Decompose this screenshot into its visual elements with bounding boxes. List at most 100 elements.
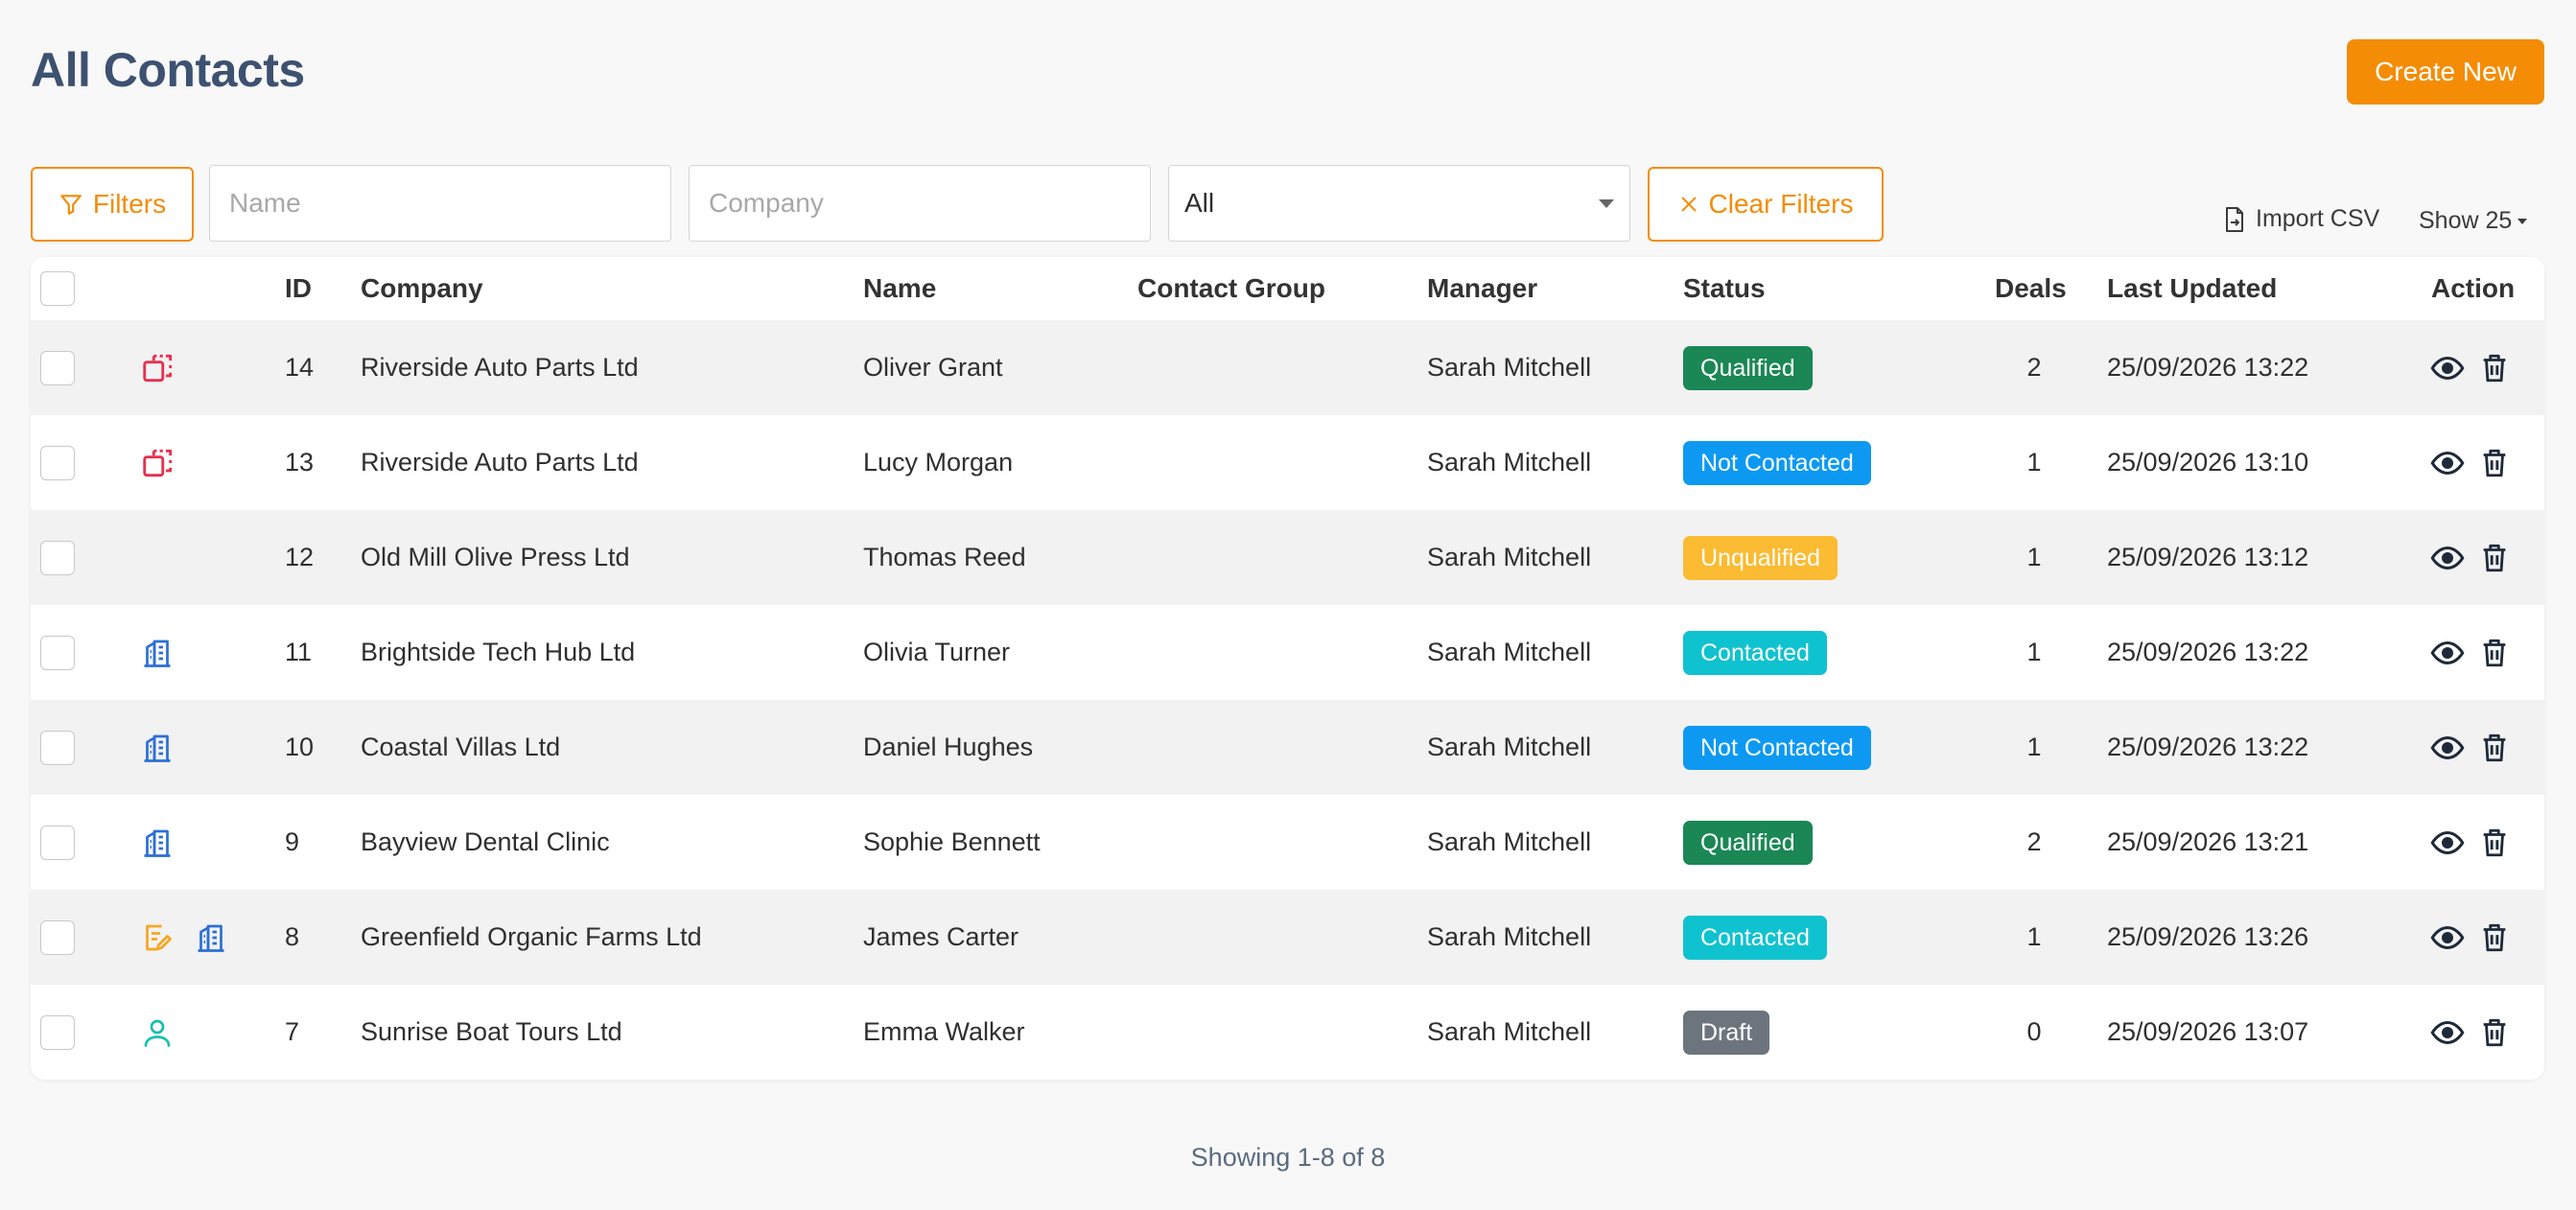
cell-name: James Carter bbox=[863, 922, 1019, 951]
column-header-manager[interactable]: Manager bbox=[1427, 257, 1537, 320]
status-badge: Unqualified bbox=[1683, 535, 1838, 580]
create-new-button[interactable]: Create New bbox=[2347, 39, 2544, 105]
cell-id: 14 bbox=[285, 353, 315, 382]
column-header-last-updated[interactable]: Last Updated bbox=[2107, 257, 2277, 320]
cell-deals: 0 bbox=[2026, 1017, 2042, 1046]
row-checkbox[interactable] bbox=[40, 919, 75, 955]
row-checkbox[interactable] bbox=[40, 1014, 75, 1050]
row-checkbox[interactable] bbox=[40, 540, 75, 575]
row-type-icons bbox=[140, 985, 175, 1080]
cell-manager: Sarah Mitchell bbox=[1427, 638, 1592, 666]
cell-name: Emma Walker bbox=[863, 1017, 1025, 1046]
table-row[interactable]: 9 Bayview Dental Clinic Sophie Bennett Sara… bbox=[31, 795, 2544, 890]
filter-icon bbox=[59, 192, 83, 217]
column-header-id[interactable]: ID bbox=[285, 257, 312, 320]
table-row[interactable]: 8 Greenfield Organic Farms Ltd James Carte… bbox=[31, 890, 2544, 985]
cell-last-updated: 25/09/2026 13:22 bbox=[2107, 638, 2309, 666]
cell-last-updated: 25/09/2026 13:07 bbox=[2107, 1017, 2309, 1046]
table-row[interactable]: 11 Brightside Tech Hub Ltd Olivia Turner Sa… bbox=[31, 605, 2544, 700]
filters-button[interactable]: Filters bbox=[31, 167, 194, 242]
cell-name: Olivia Turner bbox=[863, 638, 1011, 666]
table-row[interactable]: 10 Coastal Villas Ltd Daniel Hughes Sarah M… bbox=[31, 700, 2544, 795]
close-icon bbox=[1678, 194, 1699, 215]
row-checkbox[interactable] bbox=[40, 635, 75, 670]
table-body: 14 Riverside Auto Parts Ltd Oliver Grant Sa… bbox=[31, 320, 2544, 1080]
table-row[interactable]: 13 Riverside Auto Parts Ltd Lucy Morgan Sar… bbox=[31, 415, 2544, 510]
column-header-status[interactable]: Status bbox=[1683, 257, 1766, 320]
cell-company: Brightside Tech Hub Ltd bbox=[361, 638, 636, 666]
view-eye-icon[interactable] bbox=[2430, 1015, 2465, 1050]
status-badge: Draft bbox=[1683, 1010, 1770, 1055]
file-import-icon bbox=[2223, 206, 2246, 233]
view-eye-icon[interactable] bbox=[2430, 446, 2465, 480]
view-eye-icon[interactable] bbox=[2430, 636, 2465, 670]
delete-trash-icon[interactable] bbox=[2478, 541, 2511, 575]
cell-manager: Sarah Mitchell bbox=[1427, 733, 1592, 761]
column-header-contact-group[interactable]: Contact Group bbox=[1137, 257, 1325, 320]
row-type-icons bbox=[140, 415, 176, 510]
table-row[interactable]: 7 Sunrise Boat Tours Ltd Emma Walker Sarah … bbox=[31, 985, 2544, 1080]
select-all-checkbox[interactable] bbox=[40, 271, 75, 306]
cell-deals: 1 bbox=[2026, 922, 2042, 951]
cell-deals: 2 bbox=[2026, 827, 2042, 856]
status-badge: Not Contacted bbox=[1683, 440, 1871, 485]
clear-filters-button[interactable]: Clear Filters bbox=[1648, 167, 1884, 242]
row-checkbox[interactable] bbox=[40, 445, 75, 480]
cell-id: 10 bbox=[285, 733, 315, 761]
view-eye-icon[interactable] bbox=[2430, 826, 2465, 860]
page-size-label: Show 25 bbox=[2419, 207, 2513, 234]
table-row[interactable]: 14 Riverside Auto Parts Ltd Oliver Grant Sa… bbox=[31, 320, 2544, 415]
cell-company: Sunrise Boat Tours Ltd bbox=[361, 1017, 622, 1046]
contacts-table: ID Company Name Contact Group Manager St… bbox=[31, 257, 2544, 1080]
import-csv-button[interactable]: Import CSV bbox=[2223, 205, 2379, 233]
delete-trash-icon[interactable] bbox=[2478, 351, 2511, 385]
table-row[interactable]: 12 Old Mill Olive Press Ltd Thomas Reed Sar… bbox=[31, 510, 2544, 605]
view-eye-icon[interactable] bbox=[2430, 351, 2465, 385]
view-eye-icon[interactable] bbox=[2430, 920, 2465, 955]
cell-deals: 1 bbox=[2026, 543, 2042, 571]
cell-manager: Sarah Mitchell bbox=[1427, 922, 1592, 951]
company-filter-input[interactable] bbox=[689, 165, 1151, 242]
filters-label: Filters bbox=[92, 189, 167, 219]
view-eye-icon[interactable] bbox=[2430, 731, 2465, 765]
table-header: ID Company Name Contact Group Manager St… bbox=[31, 257, 2544, 320]
status-badge: Qualified bbox=[1683, 820, 1813, 865]
status-badge: Qualified bbox=[1683, 345, 1813, 390]
page-size-select[interactable]: Show 25 bbox=[2419, 207, 2528, 235]
row-type-icons bbox=[140, 700, 175, 795]
cell-name: Daniel Hughes bbox=[863, 733, 1034, 761]
cell-id: 8 bbox=[285, 922, 300, 951]
row-checkbox[interactable] bbox=[40, 730, 75, 765]
cell-last-updated: 25/09/2026 13:12 bbox=[2107, 543, 2309, 571]
cell-name: Oliver Grant bbox=[863, 353, 1003, 382]
delete-trash-icon[interactable] bbox=[2478, 731, 2511, 765]
cell-name: Lucy Morgan bbox=[863, 448, 1014, 477]
delete-trash-icon[interactable] bbox=[2478, 636, 2511, 670]
cell-last-updated: 25/09/2026 13:10 bbox=[2107, 448, 2309, 477]
cell-company: Greenfield Organic Farms Ltd bbox=[361, 922, 702, 951]
view-eye-icon[interactable] bbox=[2430, 541, 2465, 575]
duplicate-icon bbox=[140, 445, 176, 481]
column-header-name[interactable]: Name bbox=[863, 257, 936, 320]
cell-company: Riverside Auto Parts Ltd bbox=[361, 353, 639, 382]
name-filter-input[interactable] bbox=[209, 165, 671, 242]
cell-deals: 1 bbox=[2026, 638, 2042, 666]
edit-note-icon bbox=[140, 920, 175, 955]
delete-trash-icon[interactable] bbox=[2478, 446, 2511, 480]
cell-manager: Sarah Mitchell bbox=[1427, 1017, 1592, 1046]
delete-trash-icon[interactable] bbox=[2478, 920, 2511, 955]
building-icon bbox=[194, 920, 228, 955]
row-checkbox[interactable] bbox=[40, 825, 75, 860]
pagination-summary: Showing 1-8 of 8 bbox=[1190, 1143, 1386, 1172]
delete-trash-icon[interactable] bbox=[2478, 1015, 2511, 1050]
status-filter-select[interactable]: All bbox=[1168, 165, 1630, 242]
delete-trash-icon[interactable] bbox=[2478, 826, 2511, 860]
column-header-deals[interactable]: Deals bbox=[1995, 257, 2067, 320]
cell-company: Riverside Auto Parts Ltd bbox=[361, 448, 639, 477]
building-icon bbox=[140, 731, 175, 765]
column-header-company[interactable]: Company bbox=[361, 257, 483, 320]
row-type-icons bbox=[140, 320, 176, 415]
cell-last-updated: 25/09/2026 13:21 bbox=[2107, 827, 2309, 856]
row-checkbox[interactable] bbox=[40, 350, 75, 385]
cell-id: 11 bbox=[285, 638, 313, 666]
